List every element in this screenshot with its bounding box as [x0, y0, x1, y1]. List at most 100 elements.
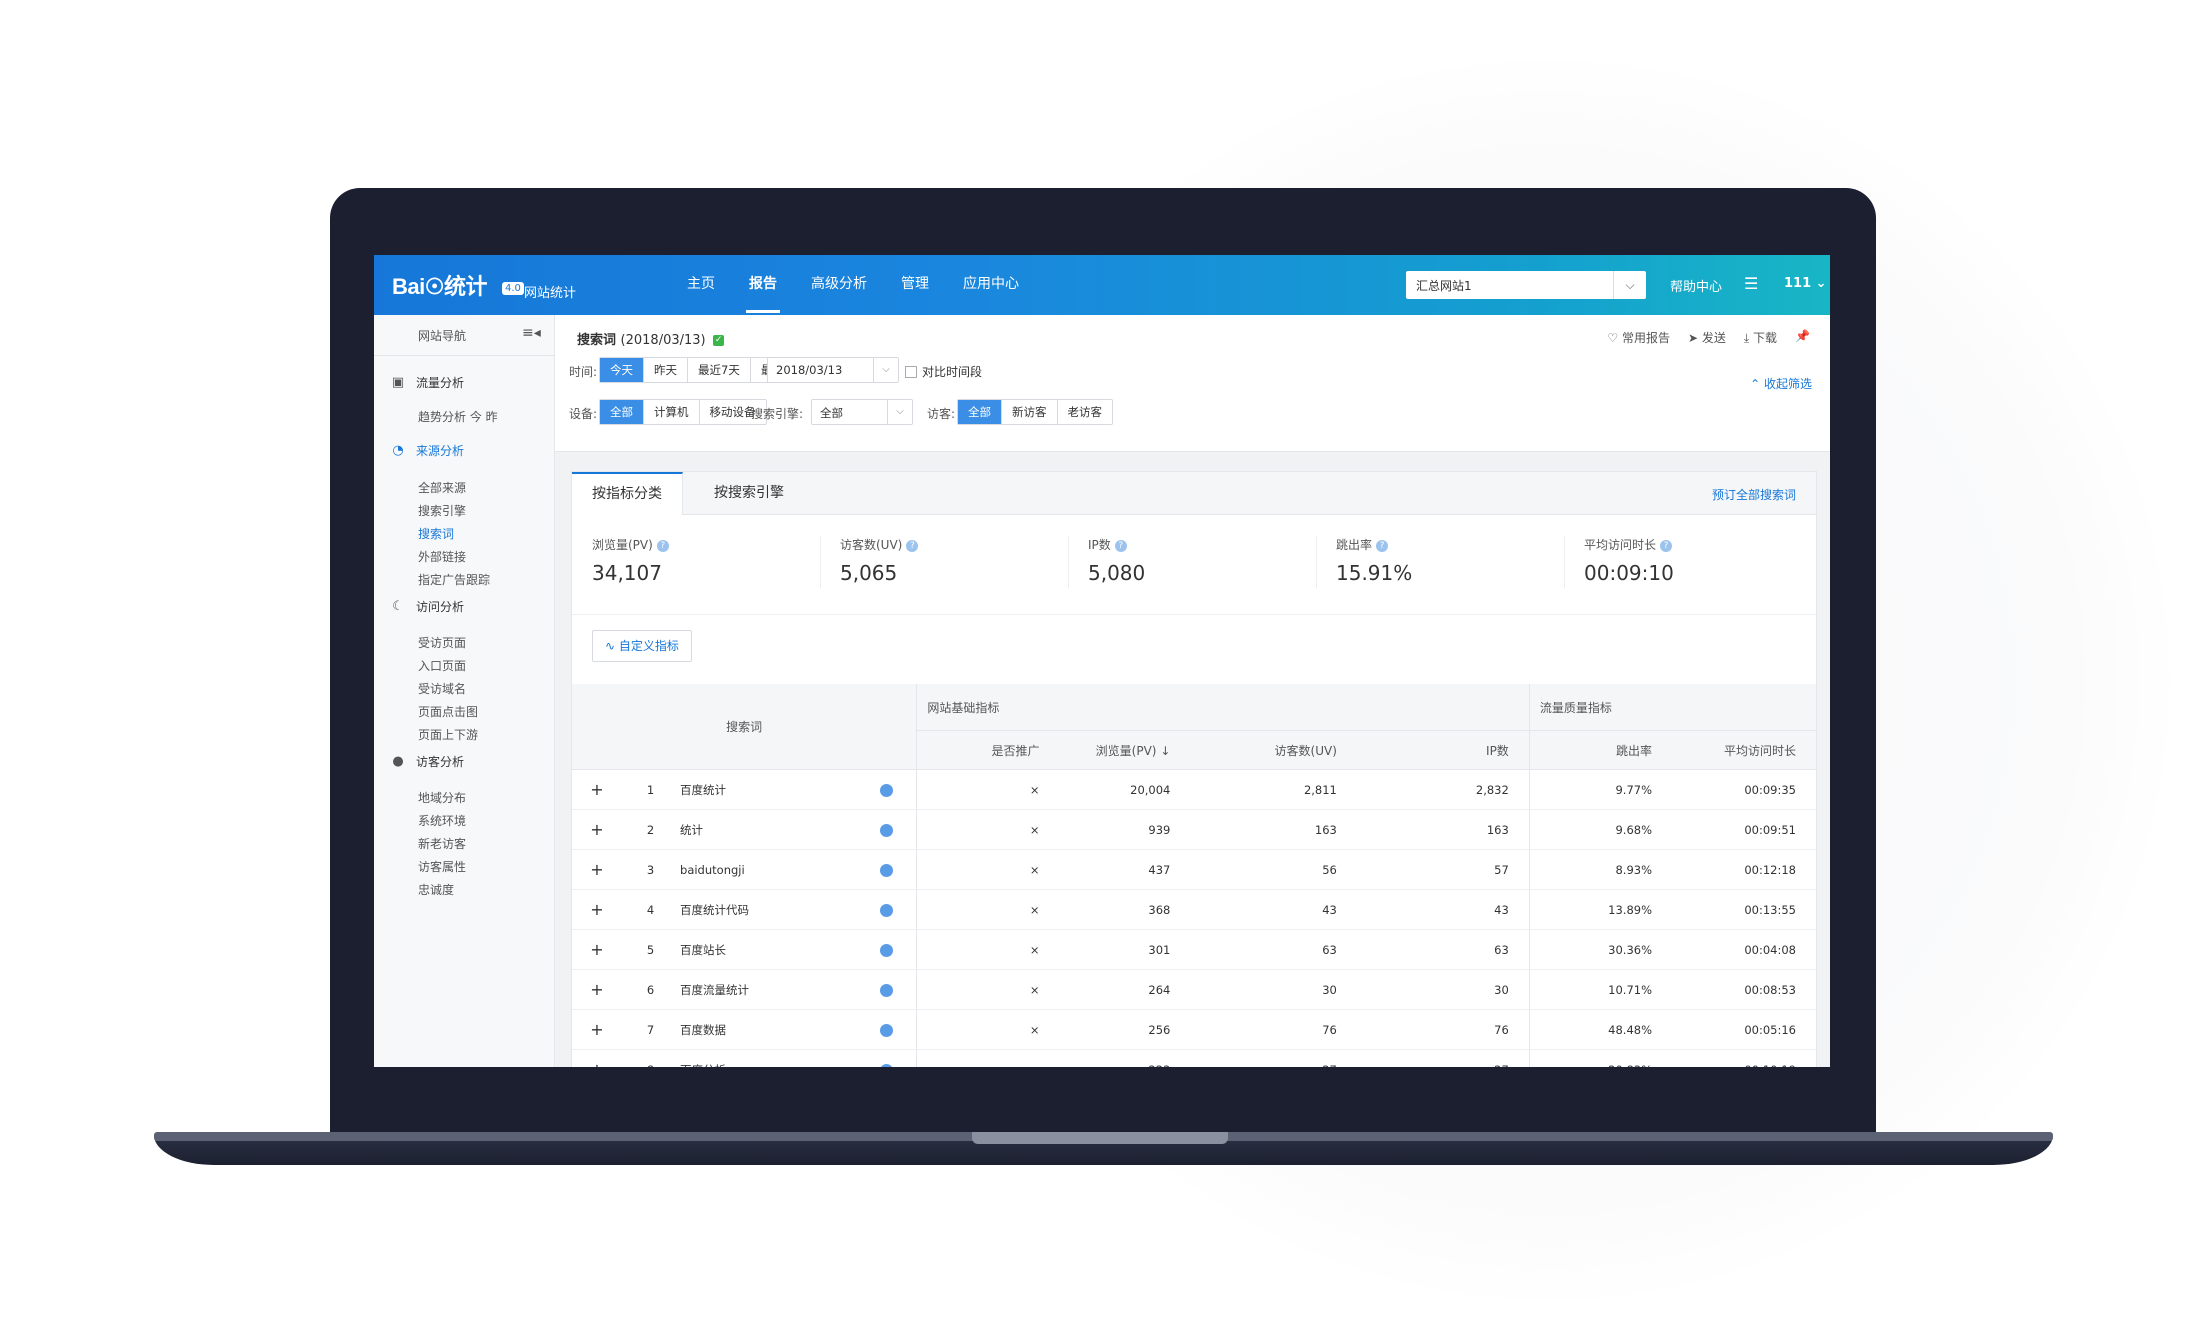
send-button[interactable]: ➤ 发送 [1688, 329, 1726, 346]
sidebar-item-attributes[interactable]: 访客属性 [418, 858, 466, 875]
collapse-filter-label: 收起筛选 [1763, 377, 1812, 391]
logo[interactable]: Bai☉统计 [392, 269, 487, 301]
expand-icon[interactable]: + [572, 1009, 622, 1050]
sort-desc-icon[interactable]: ↓ [1160, 744, 1170, 758]
question-icon[interactable]: ? [1376, 539, 1389, 552]
sidebar-item-system[interactable]: 系统环境 [418, 812, 466, 829]
list-icon[interactable]: ☰ [1744, 274, 1758, 293]
download-button[interactable]: ⤓ 下载 [1744, 329, 1777, 346]
sidebar-item-region[interactable]: 地域分布 [418, 789, 466, 806]
globe-icon[interactable] [857, 889, 917, 930]
date-picker[interactable]: 2018/03/13 ⌵ [767, 357, 899, 383]
globe-icon[interactable] [857, 1049, 917, 1067]
uv-cell: 63 [1190, 929, 1357, 970]
promo-cell: × [916, 809, 1060, 850]
custom-metric-button[interactable]: ∿ 自定义指标 [592, 630, 692, 662]
question-icon[interactable]: ? [1114, 539, 1127, 552]
nav-advanced[interactable]: 高级分析 [794, 255, 884, 315]
question-icon[interactable]: ? [1660, 539, 1673, 552]
monitor-icon: ▣ [391, 375, 405, 390]
col-header-pv[interactable]: 浏览量(PV) ↓ [1059, 730, 1191, 770]
globe-icon-shape [880, 783, 894, 797]
expand-icon[interactable]: + [572, 849, 622, 890]
visitor-old-button[interactable]: 老访客 [1058, 400, 1113, 424]
keyword-link[interactable]: 百度站长 [679, 929, 858, 970]
globe-icon[interactable] [857, 849, 917, 890]
globe-icon-shape [880, 943, 894, 957]
compare-checkbox[interactable]: 对比时间段 [905, 363, 982, 380]
sidebar-item-external-links[interactable]: 外部链接 [418, 548, 466, 565]
sidebar-item-search-words[interactable]: 搜索词 [418, 525, 454, 542]
tab-by-engine[interactable]: 按搜索引擎 [694, 472, 804, 514]
uv-cell: 2,811 [1190, 769, 1357, 810]
globe-icon[interactable] [857, 809, 917, 850]
keyword-link[interactable]: 百度分析 [679, 1049, 858, 1067]
site-select[interactable]: 汇总网站1 ⌵ [1406, 271, 1646, 299]
sidebar-item-new-old[interactable]: 新老访客 [418, 835, 466, 852]
sidebar-group-visit[interactable]: ☾ 访问分析 [390, 598, 464, 615]
sidebar-item-search-engine[interactable]: 搜索引擎 [418, 502, 466, 519]
sidebar-group-traffic[interactable]: ▣ 流量分析 [390, 374, 464, 391]
time-yesterday-button[interactable]: 昨天 [644, 358, 688, 382]
question-icon[interactable]: ? [906, 539, 919, 552]
expand-icon[interactable]: + [572, 1049, 622, 1067]
tab-by-metric[interactable]: 按指标分类 [572, 472, 683, 515]
collapse-filter-link[interactable]: ⌃ 收起筛选 [1750, 375, 1812, 392]
sidebar-item-trend[interactable]: 趋势分析 今 昨 [418, 408, 498, 425]
time-today-button[interactable]: 今天 [600, 358, 644, 382]
sidebar-item-heatmap[interactable]: 页面点击图 [418, 703, 478, 720]
subscribe-all-link[interactable]: 预订全部搜索词 [1712, 486, 1796, 503]
nav-home[interactable]: 主页 [670, 255, 732, 315]
globe-icon[interactable] [857, 969, 917, 1010]
sidebar-item-visited-pages[interactable]: 受访页面 [418, 634, 466, 651]
nav-manage[interactable]: 管理 [884, 255, 946, 315]
uv-cell: 163 [1190, 809, 1357, 850]
expand-icon[interactable]: + [572, 929, 622, 970]
sidebar-group-source[interactable]: ◔ 来源分析 [390, 442, 464, 459]
sidebar-item-all-sources[interactable]: 全部来源 [418, 479, 466, 496]
visitor-all-button[interactable]: 全部 [958, 400, 1002, 424]
uv-cell: 76 [1190, 1009, 1357, 1050]
metric-label: 跳出率? [1336, 536, 1389, 553]
sidebar-group-visitors[interactable]: ● 访客分析 [390, 753, 464, 770]
metric-ip: IP数? 5,080 [1068, 514, 1316, 614]
table-row: +5 百度站长 × 301 63 63 30.36% 00:04:08 [572, 929, 1816, 970]
sidebar-item-domains[interactable]: 受访域名 [418, 680, 466, 697]
pin-icon[interactable]: 📌 [1795, 329, 1810, 346]
keyword-link[interactable]: 百度流量统计 [679, 969, 858, 1010]
collapse-sidebar-icon[interactable]: ≡◂ [522, 325, 541, 341]
device-pc-button[interactable]: 计算机 [644, 400, 700, 424]
user-menu[interactable]: 111 ⌄ [1784, 276, 1827, 291]
globe-icon[interactable] [857, 929, 917, 970]
visitor-new-button[interactable]: 新访客 [1002, 400, 1058, 424]
expand-icon[interactable]: + [572, 969, 622, 1010]
help-center-link[interactable]: 帮助中心 [1670, 276, 1722, 295]
chevron-down-icon[interactable]: ⌵ [1613, 271, 1646, 299]
row-index: 1 [621, 769, 680, 810]
sidebar-item-ad-tracking[interactable]: 指定广告跟踪 [418, 571, 490, 588]
keyword-link[interactable]: 统计 [679, 809, 858, 850]
time-7days-button[interactable]: 最近7天 [688, 358, 751, 382]
nav-reports[interactable]: 报告 [732, 255, 794, 315]
expand-icon[interactable]: + [572, 809, 622, 850]
globe-icon[interactable] [857, 769, 917, 810]
metric-value: 5,080 [1088, 561, 1146, 585]
device-all-button[interactable]: 全部 [600, 400, 644, 424]
app-screen: Bai☉统计 4.0 网站统计 主页 报告 高级分析 管理 应用中心 汇总网站1… [374, 255, 1830, 1067]
globe-icon-shape [880, 1063, 894, 1067]
question-icon[interactable]: ? [656, 539, 669, 552]
globe-icon[interactable] [857, 1009, 917, 1050]
engine-select[interactable]: 全部 ⌵ [811, 399, 913, 425]
keyword-link[interactable]: 百度统计代码 [679, 889, 858, 930]
expand-icon[interactable]: + [572, 889, 622, 930]
sidebar-item-page-flow[interactable]: 页面上下游 [418, 726, 478, 743]
checkbox-box[interactable] [905, 365, 917, 378]
keyword-link[interactable]: baidutongji [679, 849, 858, 890]
expand-icon[interactable]: + [572, 769, 622, 810]
keyword-link[interactable]: 百度数据 [679, 1009, 858, 1050]
sidebar-item-loyalty[interactable]: 忠诚度 [418, 881, 454, 898]
sidebar-item-entry-pages[interactable]: 入口页面 [418, 657, 466, 674]
favorite-report-button[interactable]: ♡ 常用报告 [1607, 329, 1670, 346]
keyword-link[interactable]: 百度统计 [679, 769, 858, 810]
nav-apps[interactable]: 应用中心 [946, 255, 1036, 315]
